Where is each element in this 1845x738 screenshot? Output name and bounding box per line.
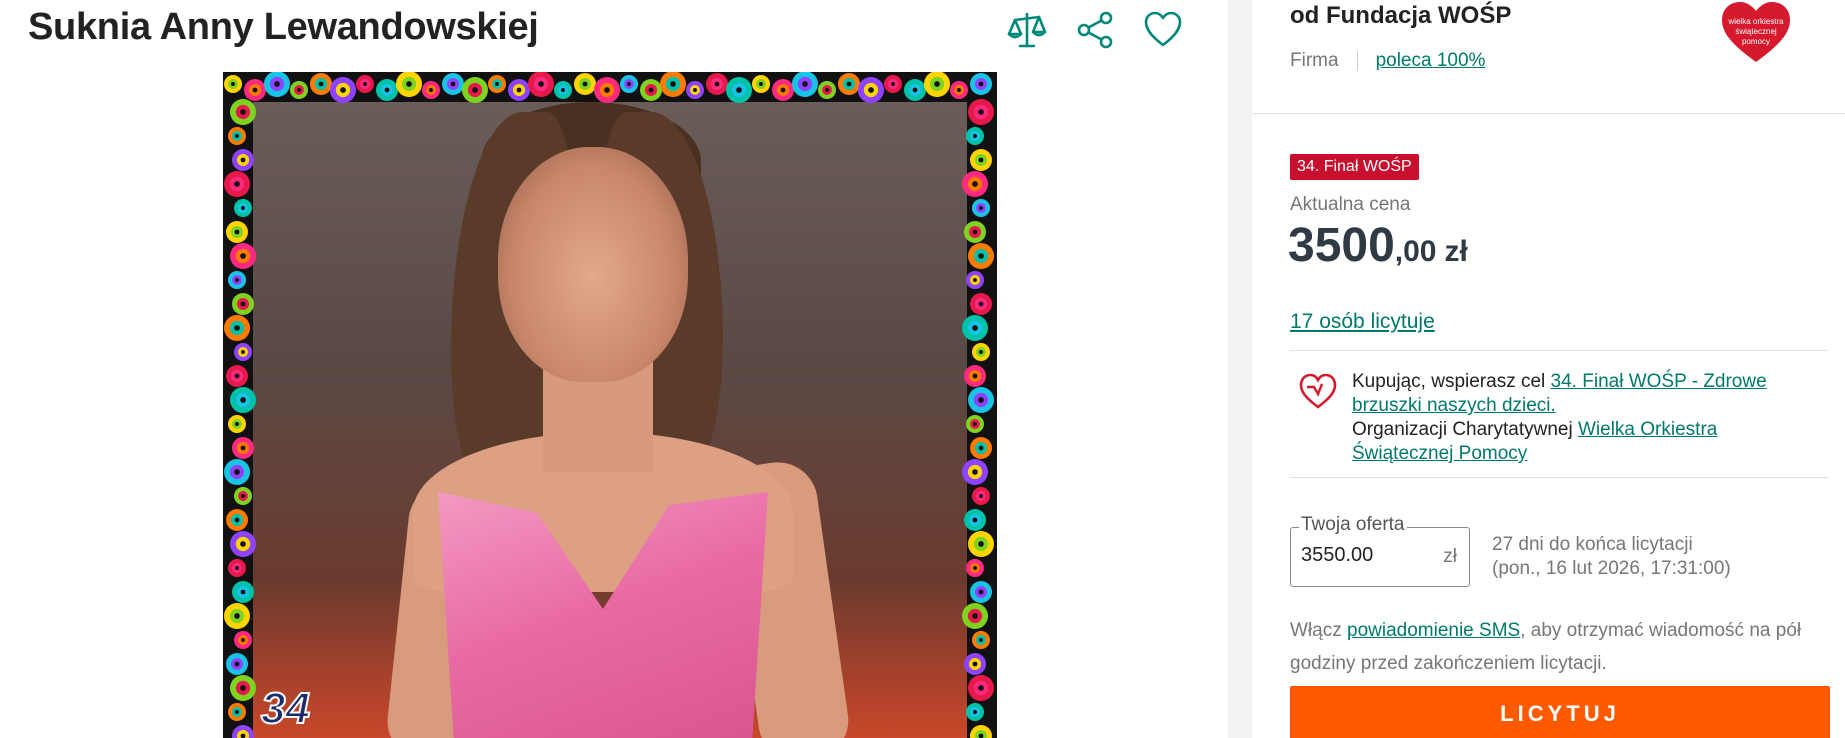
share-icon[interactable] <box>1073 8 1117 52</box>
deadline-days: 27 dni do końca licytacji <box>1492 534 1693 555</box>
svg-text:świątecznej: świątecznej <box>1735 27 1777 36</box>
wosp-logo[interactable]: wielka orkiestra świątecznej pomocy <box>1720 0 1792 64</box>
bidders-link[interactable]: 17 osób licytuje <box>1290 310 1435 334</box>
campaign-tag: 34. Finał WOŚP <box>1290 154 1419 180</box>
price-label: Aktualna cena <box>1290 194 1411 215</box>
wosp-34-badge: 34 <box>260 683 311 734</box>
offer-legend: Twoja oferta <box>1299 514 1407 536</box>
auction-deadline: 27 dni do końca licytacji (pon., 16 lut … <box>1492 533 1731 581</box>
svg-text:wielka orkiestra: wielka orkiestra <box>1727 17 1784 26</box>
sms-prefix: Włącz <box>1290 620 1347 641</box>
scale-icon[interactable] <box>1005 8 1049 52</box>
seller-type: Firma <box>1290 50 1339 71</box>
charity-info: Kupując, wspierasz cel 34. Finał WOŚP - … <box>1290 368 1830 468</box>
offer-unit: zł <box>1443 546 1457 567</box>
heart-icon[interactable] <box>1141 8 1185 52</box>
charity-org-prefix: Organizacji Charytatywnej <box>1352 419 1578 440</box>
divider <box>1290 350 1829 351</box>
page-title: Suknia Anny Lewandowskiej <box>28 6 539 48</box>
price-decimal: ,00 <box>1394 235 1437 268</box>
deadline-date: (pon., 16 lut 2026, 17:31:00) <box>1492 558 1731 579</box>
price-currency: zł <box>1444 235 1468 268</box>
seller-recommend-link[interactable]: poleca 100% <box>1376 50 1486 72</box>
auction-panel: od Fundacja WOŚP Firma poleca 100% wielk… <box>1252 0 1845 738</box>
charity-text: Kupując, wspierasz cel 34. Finał WOŚP - … <box>1352 370 1822 466</box>
column-gap <box>1228 0 1252 738</box>
sms-notice: Włącz powiadomienie SMS, aby otrzymać wi… <box>1290 614 1830 680</box>
seller-meta: Firma poleca 100% <box>1290 50 1485 72</box>
svg-text:pomocy: pomocy <box>1742 37 1770 46</box>
charity-heart-icon <box>1299 373 1337 409</box>
sms-notification-link[interactable]: powiadomienie SMS <box>1347 620 1520 641</box>
main-column: Suknia Anny Lewandowskiej 34 <box>0 0 1228 738</box>
offer-input[interactable] <box>1301 544 1421 567</box>
title-actions <box>1005 8 1185 52</box>
offer-field[interactable]: Twoja oferta zł <box>1290 514 1470 587</box>
divider <box>1290 477 1829 478</box>
page: Suknia Anny Lewandowskiej 34 od Fundacja… <box>0 0 1845 738</box>
charity-prefix: Kupując, wspierasz cel <box>1352 371 1551 392</box>
current-price: 3500,00 zł <box>1288 218 1468 273</box>
divider <box>1252 113 1845 114</box>
product-image[interactable]: 34 <box>223 72 997 738</box>
separator <box>1356 51 1358 71</box>
seller-name: od Fundacja WOŚP <box>1290 2 1512 29</box>
price-integer: 3500 <box>1288 219 1395 272</box>
bid-button[interactable]: LICYTUJ <box>1290 686 1830 738</box>
